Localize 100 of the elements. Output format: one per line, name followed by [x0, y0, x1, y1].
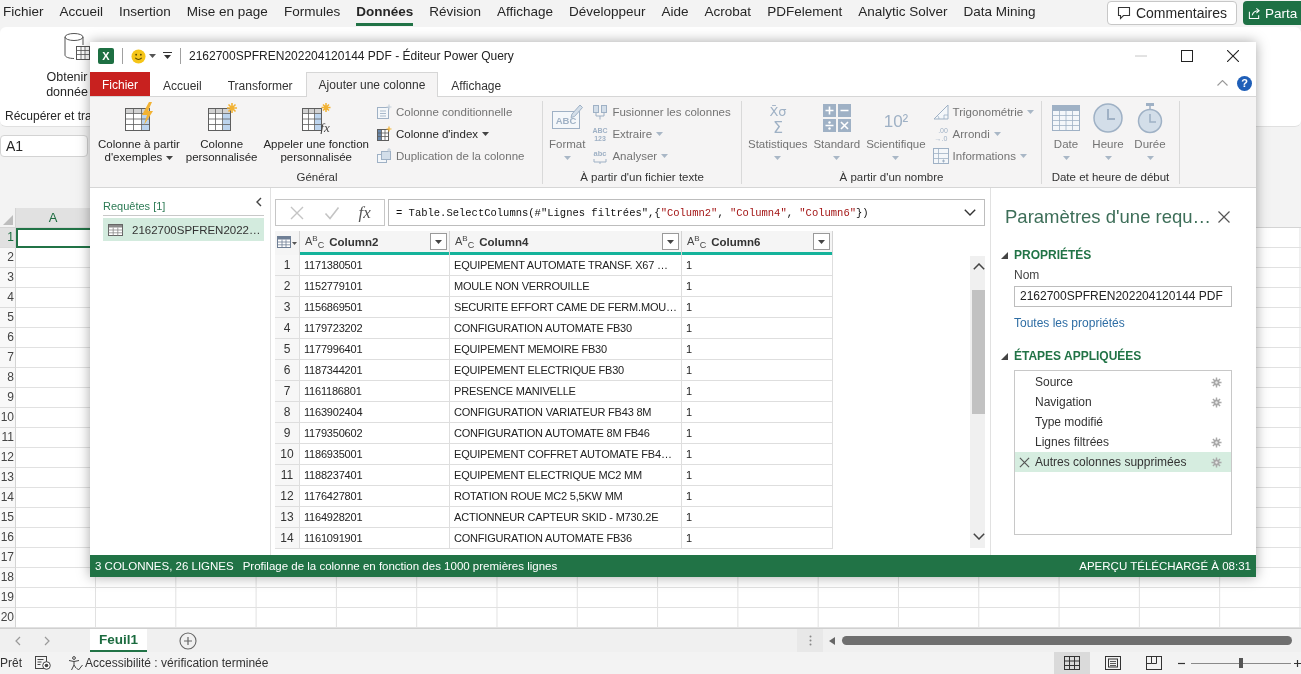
- chevron-down-icon[interactable]: [964, 209, 976, 216]
- column-header[interactable]: A$^{B}$$_{C}$ Column4: [450, 231, 682, 255]
- row-header[interactable]: 20: [0, 608, 16, 628]
- ribbon-tab[interactable]: Accueil: [150, 73, 215, 97]
- row-header[interactable]: 18: [0, 568, 16, 588]
- row-header[interactable]: 12: [0, 448, 16, 468]
- row-header[interactable]: 3: [0, 268, 16, 288]
- applied-step[interactable]: Lignes filtrées: [1015, 432, 1231, 452]
- applied-step[interactable]: Type modifié: [1015, 412, 1231, 432]
- row-header[interactable]: 1: [0, 228, 16, 248]
- menu-tab[interactable]: Affichage: [496, 0, 553, 26]
- row-header[interactable]: 7: [0, 348, 16, 368]
- row-number: 3: [275, 297, 300, 317]
- share-button[interactable]: Parta: [1243, 1, 1301, 25]
- applied-step[interactable]: Autres colonnes supprimées: [1015, 452, 1231, 472]
- formula-field[interactable]: = Table.SelectColumns(#"Lignes filtrées",{"Column2", "Column4", "Column6"}): [388, 199, 985, 226]
- row-header[interactable]: 14: [0, 488, 16, 508]
- row-header[interactable]: 6: [0, 328, 16, 348]
- name-box[interactable]: A1: [0, 135, 88, 157]
- splitter-handle-icon[interactable]: [808, 635, 812, 646]
- menu-tab[interactable]: Accueil: [59, 0, 104, 26]
- menu-tab[interactable]: Data Mining: [963, 0, 1036, 26]
- applied-step[interactable]: Navigation: [1015, 392, 1231, 412]
- zoom-in-icon[interactable]: [1294, 659, 1301, 667]
- customize-toolbar-icon[interactable]: [163, 52, 172, 60]
- maximize-icon[interactable]: [1181, 50, 1193, 62]
- statistics-icon: X̄σ Σ: [761, 102, 794, 134]
- collapse-ribbon-icon[interactable]: [1217, 80, 1228, 86]
- row-header[interactable]: 16: [0, 528, 16, 548]
- row-header[interactable]: 10: [0, 408, 16, 428]
- table-cell: 1179723202: [300, 318, 450, 338]
- row-header[interactable]: 15: [0, 508, 16, 528]
- row-header[interactable]: 9: [0, 388, 16, 408]
- ribbon-button[interactable]: Colonne à partir d'exemples: [95, 101, 183, 164]
- row-number: 14: [275, 528, 300, 548]
- table-menu-icon[interactable]: [277, 236, 297, 248]
- row-header[interactable]: 2: [0, 248, 16, 268]
- menu-tab[interactable]: Développeur: [569, 0, 646, 26]
- filter-button[interactable]: [430, 233, 447, 250]
- column-header[interactable]: A$^{B}$$_{C}$ Column2: [300, 231, 450, 255]
- ribbon-button[interactable]: Colonne personnalisée: [182, 101, 261, 164]
- ribbon-tab[interactable]: Affichage: [438, 73, 515, 97]
- scroll-up-icon[interactable]: [972, 263, 985, 270]
- expand-triangle-icon[interactable]: [1001, 251, 1008, 259]
- menu-tab[interactable]: Fichier: [3, 0, 44, 26]
- scroll-thumb[interactable]: [972, 290, 985, 414]
- menu-tab[interactable]: Acrobat: [704, 0, 752, 26]
- collapse-pane-icon[interactable]: [256, 197, 262, 207]
- page-layout-icon: [1105, 656, 1121, 670]
- delete-icon[interactable]: [1019, 456, 1030, 468]
- menu-tab[interactable]: Analytic Solver: [858, 0, 948, 26]
- menu-tab[interactable]: PDFelement: [767, 0, 843, 26]
- ribbon-button[interactable]: Colonne d'index: [372, 123, 528, 145]
- scroll-down-icon[interactable]: [972, 533, 985, 540]
- row-header[interactable]: 13: [0, 468, 16, 488]
- status-text: Prêt: [0, 656, 22, 670]
- add-sheet-icon[interactable]: [179, 631, 197, 650]
- row-number: 11: [275, 465, 300, 485]
- menu-tab[interactable]: Mise en page: [186, 0, 268, 26]
- expand-triangle-icon[interactable]: [1001, 352, 1008, 360]
- filter-button[interactable]: [813, 233, 830, 250]
- all-properties-link[interactable]: Toutes les propriétés: [1014, 316, 1125, 330]
- query-item[interactable]: 2162700SPFREN2022…: [103, 218, 264, 241]
- filter-button[interactable]: [662, 233, 679, 250]
- ribbon-tab[interactable]: Ajouter une colonne: [305, 72, 439, 97]
- applied-step[interactable]: Source: [1015, 372, 1231, 392]
- vertical-scrollbar[interactable]: [970, 256, 985, 548]
- comments-button[interactable]: Commentaires: [1106, 1, 1237, 25]
- slider-thumb[interactable]: [1239, 658, 1243, 668]
- row-header[interactable]: 11: [0, 428, 16, 448]
- column-header[interactable]: A: [16, 208, 90, 227]
- column-header[interactable]: A$^{B}$$_{C}$ Column6: [682, 231, 833, 255]
- help-button[interactable]: ?: [1237, 75, 1252, 91]
- smiley-icon[interactable]: [131, 48, 146, 64]
- sheet-tab[interactable]: Feuil1: [90, 629, 147, 652]
- ribbon-button[interactable]: fx Appeler une fonction personnalisée: [260, 101, 372, 164]
- ribbon-tab[interactable]: Transformer: [214, 73, 306, 97]
- row-header[interactable]: 4: [0, 288, 16, 308]
- insert-function-button[interactable]: fx: [358, 202, 371, 223]
- table-cell: CONFIGURATION VARIATEUR FB43 8M: [450, 402, 682, 422]
- horizontal-scroll-thumb[interactable]: [842, 636, 1292, 645]
- row-header[interactable]: 8: [0, 368, 16, 388]
- ribbon-tab[interactable]: Fichier: [90, 72, 150, 96]
- row-header[interactable]: 19: [0, 588, 16, 608]
- caret-icon[interactable]: [149, 54, 156, 58]
- name-field[interactable]: 2162700SPFREN202204120144 PDF: [1014, 286, 1232, 307]
- menu-tab[interactable]: Insertion: [119, 0, 171, 26]
- menu-tab[interactable]: Révision: [429, 0, 481, 26]
- table-cell: 1176427801: [300, 486, 450, 506]
- row-header[interactable]: 17: [0, 548, 16, 568]
- close-icon[interactable]: [1218, 211, 1230, 223]
- menu-tab[interactable]: Formules: [283, 0, 341, 26]
- menu-tab[interactable]: Aide: [661, 0, 689, 26]
- macro-record-icon[interactable]: [35, 656, 51, 670]
- close-icon[interactable]: [1227, 50, 1239, 62]
- scroll-left-icon[interactable]: [829, 636, 835, 645]
- table-cell: 1161186801: [300, 381, 450, 401]
- row-header[interactable]: 5: [0, 308, 16, 328]
- view-button[interactable]: [1054, 652, 1090, 674]
- accessibility-check-icon[interactable]: [68, 655, 83, 671]
